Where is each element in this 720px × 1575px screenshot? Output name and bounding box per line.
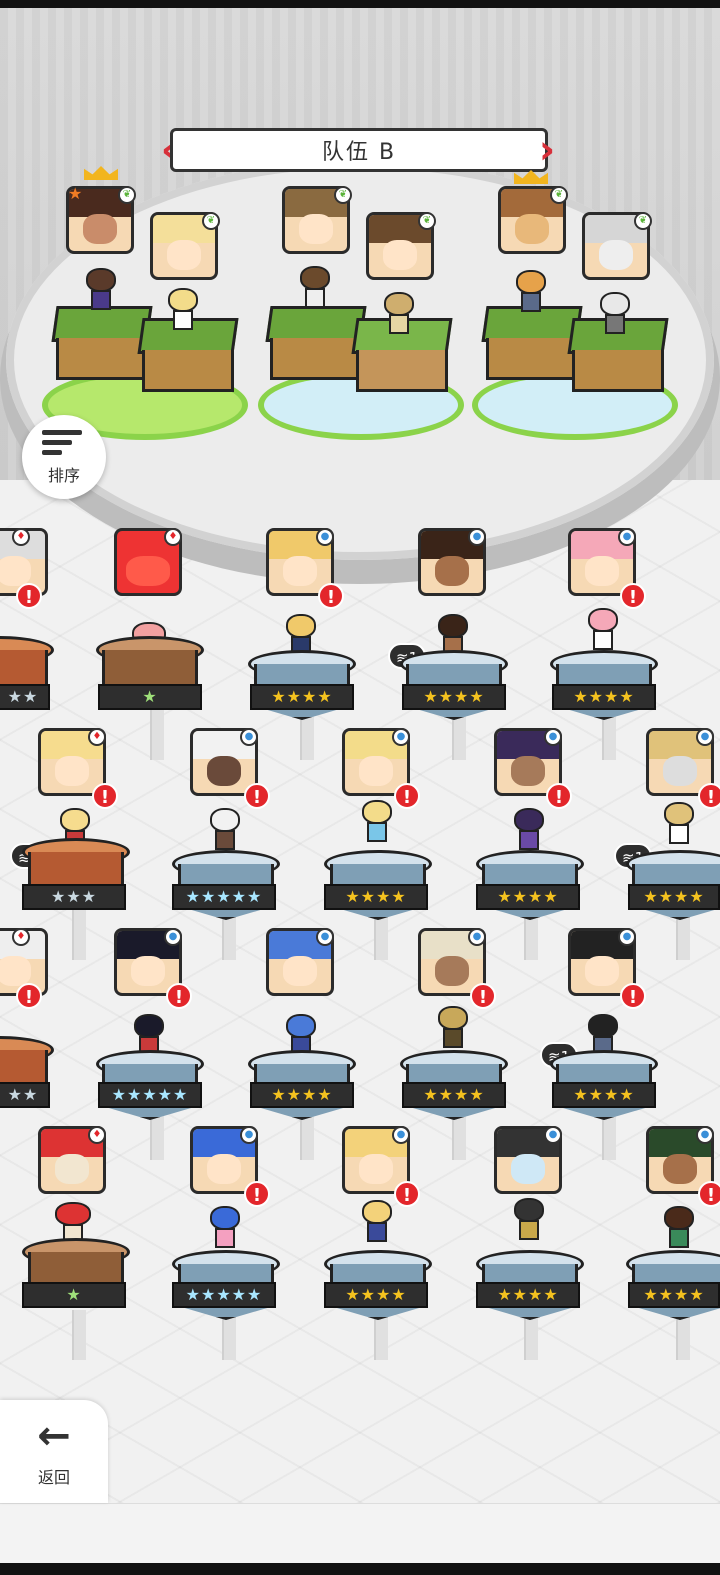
roster-unit-sprite[interactable]	[660, 802, 698, 846]
nature-element-icon: ❦	[550, 186, 568, 204]
star-rating: ★	[22, 1282, 126, 1308]
nature-element-icon: ❦	[202, 212, 220, 230]
team-unit-sprite[interactable]	[164, 288, 202, 332]
alert-badge: !	[244, 783, 270, 809]
star-rating: ★★★	[22, 884, 126, 910]
water-element-icon: ●	[696, 1126, 714, 1144]
star-rating: ★★	[0, 684, 50, 710]
team-unit-sprite[interactable]	[296, 266, 334, 310]
star-rating: ★★★★	[250, 1082, 354, 1108]
back-button[interactable]: ← 返回	[0, 1400, 108, 1503]
water-element-icon: ●	[392, 728, 410, 746]
water-element-icon: ●	[468, 928, 486, 946]
water-element-icon: ●	[618, 928, 636, 946]
star-rating: ★★★★	[628, 1282, 720, 1308]
star-rating: ★★★★	[402, 684, 506, 710]
water-element-icon: ●	[316, 928, 334, 946]
star-rating: ★★★★★	[172, 1282, 276, 1308]
team-name-banner: 队伍 B	[170, 128, 548, 172]
star-rating: ★★★★	[324, 884, 428, 910]
water-element-icon: ●	[164, 928, 182, 946]
fire-element-icon: ♦	[88, 1126, 106, 1144]
pedestal-post	[72, 1310, 86, 1360]
water-element-icon: ●	[240, 1126, 258, 1144]
alert-badge: !	[394, 1181, 420, 1207]
alert-badge: !	[620, 983, 646, 1009]
bottom-nav-strip	[0, 1503, 720, 1564]
sort-descending-icon	[42, 428, 86, 458]
nature-element-icon: ❦	[118, 186, 136, 204]
alert-badge: !	[698, 1181, 720, 1207]
water-element-icon: ●	[392, 1126, 410, 1144]
roster-unit-sprite[interactable]	[206, 808, 244, 852]
star-rating: ★★★★	[476, 884, 580, 910]
fire-element-icon: ♦	[12, 928, 30, 946]
roster-unit-sprite[interactable]	[434, 1006, 472, 1050]
alert-badge: !	[394, 783, 420, 809]
water-element-icon: ●	[544, 1126, 562, 1144]
alert-badge: !	[318, 583, 344, 609]
star-rating: ★★★★	[250, 684, 354, 710]
alert-badge: !	[244, 1181, 270, 1207]
fire-element-icon: ♦	[164, 528, 182, 546]
water-element-icon: ●	[240, 728, 258, 746]
nature-element-icon: ❦	[634, 212, 652, 230]
roster-unit-sprite[interactable]	[660, 1206, 698, 1250]
sort-button[interactable]: 排序	[22, 415, 106, 499]
team-name: 队伍 B	[321, 140, 397, 165]
team-block[interactable]	[265, 306, 367, 382]
pedestal-post	[72, 910, 86, 960]
nature-element-icon: ❦	[334, 186, 352, 204]
alert-badge: !	[16, 583, 42, 609]
star-rating: ★★★★	[628, 884, 720, 910]
next-team-button[interactable]: ›	[538, 126, 556, 174]
roster-unit-sprite[interactable]	[584, 608, 622, 652]
fire-element-icon: ♦	[88, 728, 106, 746]
star-rating: ★★★★	[402, 1082, 506, 1108]
alert-badge: !	[166, 983, 192, 1009]
alert-badge: !	[620, 583, 646, 609]
chevron-right-icon: ›	[538, 127, 556, 173]
roster-unit-sprite[interactable]	[358, 1200, 396, 1244]
alert-badge: !	[92, 783, 118, 809]
team-unit-sprite[interactable]	[82, 268, 120, 312]
star-rating: ★	[98, 684, 202, 710]
star-rating: ★★★★	[552, 684, 656, 710]
star-rating: ★★★★	[324, 1282, 428, 1308]
alert-badge: !	[546, 783, 572, 809]
team-unit-sprite[interactable]	[512, 270, 550, 314]
star-rating: ★★★★	[476, 1282, 580, 1308]
team-unit-sprite[interactable]	[596, 292, 634, 336]
star-rating: ★★★★★	[98, 1082, 202, 1108]
pedestal-post	[150, 710, 164, 760]
nature-element-icon: ❦	[418, 212, 436, 230]
water-element-icon: ●	[696, 728, 714, 746]
back-label: 返回	[37, 1467, 70, 1487]
sort-label: 排序	[47, 466, 80, 485]
water-element-icon: ●	[468, 528, 486, 546]
water-element-icon: ●	[618, 528, 636, 546]
roster-unit-sprite[interactable]	[358, 800, 396, 844]
arrow-left-icon: ←	[37, 1412, 71, 1459]
system-nav-bar	[0, 1563, 720, 1575]
roster-unit-sprite[interactable]	[510, 1198, 548, 1242]
alert-badge: !	[16, 983, 42, 1009]
alert-badge: !	[470, 983, 496, 1009]
star-badge-icon: ★	[68, 184, 83, 203]
alert-badge: !	[698, 783, 720, 809]
star-rating: ★★	[0, 1082, 50, 1108]
team-block[interactable]	[51, 306, 153, 382]
roster-unit-sprite[interactable]	[206, 1206, 244, 1250]
water-element-icon: ●	[544, 728, 562, 746]
status-bar	[0, 0, 720, 8]
team-block[interactable]	[481, 306, 583, 382]
water-element-icon: ●	[316, 528, 334, 546]
team-unit-sprite[interactable]	[380, 292, 418, 336]
star-rating: ★★★★	[552, 1082, 656, 1108]
fire-element-icon: ♦	[12, 528, 30, 546]
star-rating: ★★★★★	[172, 884, 276, 910]
roster-unit-sprite[interactable]	[510, 808, 548, 852]
